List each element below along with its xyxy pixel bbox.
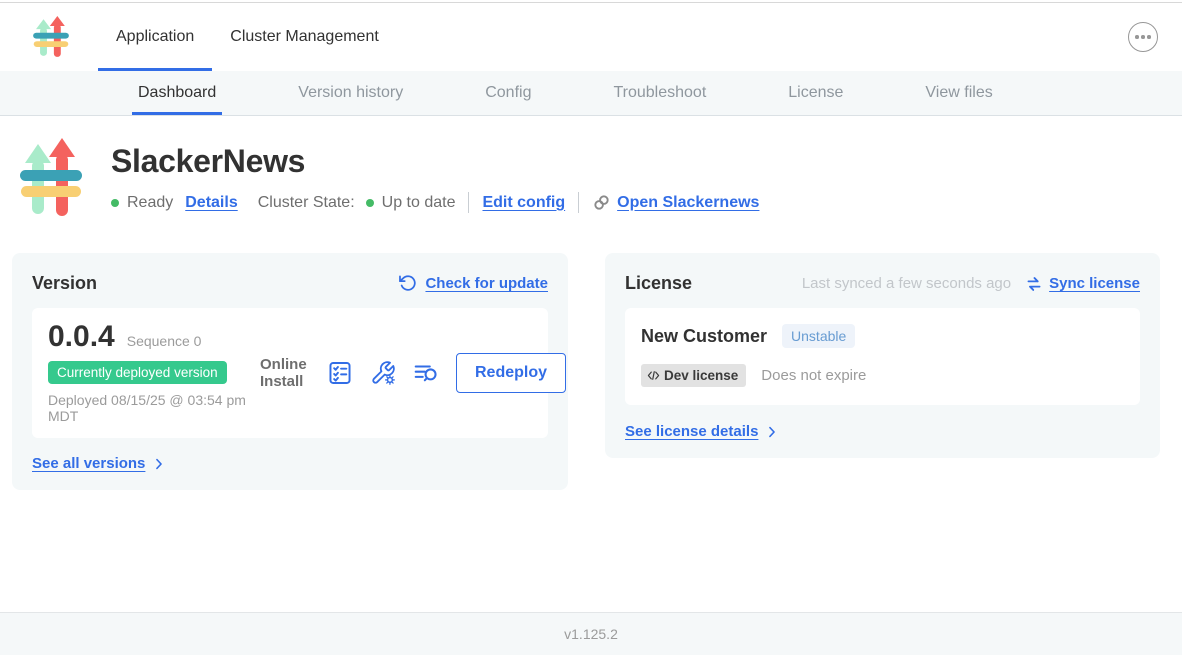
- console-version-text: v1.125.2: [564, 626, 618, 642]
- see-license-details-link[interactable]: See license details: [625, 423, 1140, 440]
- version-card: Version Check for update 0.0.4 Sequence: [12, 253, 568, 490]
- tab-cluster-management[interactable]: Cluster Management: [212, 3, 397, 71]
- license-expiry-text: Does not expire: [761, 367, 866, 384]
- cluster-state-dot: [366, 199, 374, 207]
- tab-license-label: License: [788, 84, 843, 102]
- license-card-header: License Last synced a few seconds ago Sy…: [625, 273, 1140, 294]
- tab-application-label: Application: [116, 28, 194, 46]
- dashboard-cards: Version Check for update 0.0.4 Sequence: [0, 253, 1182, 490]
- page-title: SlackerNews: [111, 143, 759, 180]
- see-license-details-label: See license details: [625, 423, 758, 440]
- version-number: 0.0.4: [48, 320, 115, 354]
- slackernews-logo-icon: [32, 15, 70, 59]
- sync-arrows-icon: [1025, 275, 1043, 293]
- chevron-right-icon: [765, 425, 779, 439]
- version-card-title: Version: [32, 273, 97, 294]
- see-all-versions-link[interactable]: See all versions: [32, 455, 548, 472]
- link-chain-icon: [592, 193, 611, 212]
- preflight-checks-icon[interactable]: [327, 360, 353, 386]
- app-status-dot: [111, 199, 119, 207]
- version-info: 0.0.4 Sequence 0 Currently deployed vers…: [48, 320, 260, 426]
- top-nav-tabs: Application Cluster Management: [98, 3, 397, 71]
- tab-troubleshoot[interactable]: Troubleshoot: [607, 71, 712, 115]
- license-type-badge: Dev license: [641, 364, 746, 387]
- refresh-icon: [398, 274, 417, 293]
- license-card: License Last synced a few seconds ago Sy…: [605, 253, 1160, 458]
- tab-application[interactable]: Application: [98, 3, 212, 71]
- tab-troubleshoot-label: Troubleshoot: [613, 84, 706, 102]
- license-card-title: License: [625, 273, 692, 294]
- footer: v1.125.2: [0, 612, 1182, 655]
- app-header: SlackerNews Ready Details Cluster State:…: [0, 116, 1182, 220]
- check-for-update-link[interactable]: Check for update: [398, 274, 548, 293]
- tab-dashboard-label: Dashboard: [138, 84, 216, 102]
- tab-view-files-label: View files: [925, 84, 992, 102]
- overflow-menu-icon[interactable]: [1128, 22, 1158, 52]
- tab-version-history[interactable]: Version history: [292, 71, 409, 115]
- top-navbar-right: [1128, 22, 1158, 52]
- deployed-timestamp: Deployed 08/15/25 @ 03:54 pm MDT: [48, 393, 260, 424]
- deployed-status-badge: Currently deployed version: [48, 361, 227, 384]
- chevron-right-icon: [152, 457, 166, 471]
- open-app-link-label: Open Slackernews: [617, 194, 759, 212]
- version-actions: Online Install: [260, 353, 566, 393]
- license-info-panel: New Customer Unstable Dev license: [625, 308, 1140, 405]
- divider: [468, 192, 469, 213]
- tab-view-files[interactable]: View files: [919, 71, 998, 115]
- details-link[interactable]: Details: [185, 194, 237, 212]
- tab-dashboard[interactable]: Dashboard: [132, 71, 222, 115]
- redeploy-button[interactable]: Redeploy: [456, 353, 566, 393]
- app-status-text: Ready: [127, 194, 173, 212]
- app-status-row: Ready Details Cluster State: Up to date …: [111, 192, 759, 213]
- open-app-link[interactable]: Open Slackernews: [592, 193, 759, 212]
- view-logs-icon[interactable]: [413, 360, 439, 386]
- version-sequence: Sequence 0: [127, 333, 202, 349]
- top-navbar: Application Cluster Management: [0, 3, 1182, 71]
- cluster-state-label: Cluster State:: [258, 194, 355, 212]
- tab-cluster-management-label: Cluster Management: [230, 28, 379, 46]
- main-content: SlackerNews Ready Details Cluster State:…: [0, 116, 1182, 612]
- tab-license[interactable]: License: [782, 71, 849, 115]
- cluster-state-value: Up to date: [382, 194, 456, 212]
- check-for-update-label: Check for update: [425, 275, 548, 292]
- config-wrench-icon[interactable]: [370, 360, 396, 386]
- sync-license-link[interactable]: Sync license: [1025, 275, 1140, 293]
- last-synced-text: Last synced a few seconds ago: [802, 275, 1011, 292]
- app-subnav: Dashboard Version history Config Trouble…: [0, 71, 1182, 116]
- see-all-versions-label: See all versions: [32, 455, 145, 472]
- code-icon: [646, 368, 661, 383]
- tab-config-label: Config: [485, 84, 531, 102]
- version-card-header: Version Check for update: [32, 273, 548, 294]
- divider: [578, 192, 579, 213]
- license-type-label: Dev license: [664, 368, 738, 383]
- current-version-panel: 0.0.4 Sequence 0 Currently deployed vers…: [32, 308, 548, 438]
- admin-console-page: Application Cluster Management Dashboard…: [0, 0, 1182, 655]
- tab-version-history-label: Version history: [298, 84, 403, 102]
- slackernews-app-logo: [18, 136, 84, 220]
- channel-badge: Unstable: [782, 324, 855, 348]
- install-type-label: Online Install: [260, 356, 310, 391]
- customer-name: New Customer: [641, 326, 767, 347]
- edit-config-link[interactable]: Edit config: [482, 194, 565, 212]
- tab-config[interactable]: Config: [479, 71, 537, 115]
- sync-license-label: Sync license: [1049, 275, 1140, 292]
